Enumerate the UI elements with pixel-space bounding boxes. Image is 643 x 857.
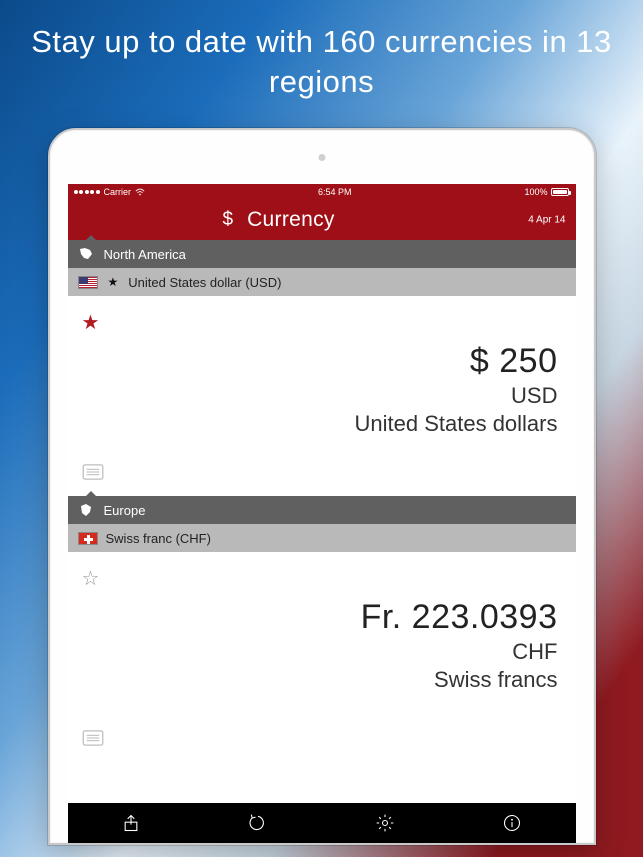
status-left: Carrier <box>74 187 146 197</box>
amount-value[interactable]: $ 250 <box>355 342 558 381</box>
region-header-europe[interactable]: Europe <box>68 496 576 524</box>
content-filler <box>68 762 576 803</box>
nav-date: 4 Apr 14 <box>528 215 565 226</box>
settings-button[interactable] <box>365 803 405 843</box>
amount-box: Fr. 223.0393 CHF Swiss francs <box>361 598 558 693</box>
region-header-north-america[interactable]: North America <box>68 240 576 268</box>
share-button[interactable] <box>111 803 151 843</box>
amount-code: CHF <box>361 639 558 665</box>
continent-icon <box>78 502 94 518</box>
status-time: 6:54 PM <box>318 187 352 197</box>
continent-icon <box>78 246 94 262</box>
battery-pct: 100% <box>524 187 547 197</box>
signal-dots-icon <box>74 190 100 194</box>
refresh-button[interactable] <box>238 803 278 843</box>
carrier-label: Carrier <box>104 187 132 197</box>
nav-title: Currency <box>247 208 335 232</box>
bottom-toolbar <box>68 803 576 843</box>
app-screen: Carrier 6:54 PM 100% $ Currency 4 Apr 14 <box>68 184 576 843</box>
currency-row-chf[interactable]: Swiss franc (CHF) <box>68 524 576 552</box>
status-right: 100% <box>524 187 569 197</box>
amount-code: USD <box>355 383 558 409</box>
marketing-tagline: Stay up to date with 160 currencies in 1… <box>0 0 643 120</box>
favorite-star-icon[interactable]: ☆ <box>82 566 100 591</box>
nav-bar: $ Currency 4 Apr 14 <box>68 200 576 240</box>
favorite-star-icon[interactable]: ★ <box>82 310 100 335</box>
currency-row-label: United States dollar (USD) <box>128 275 281 290</box>
tablet-camera <box>318 154 325 161</box>
wifi-icon <box>135 187 145 197</box>
note-icon[interactable] <box>82 730 104 746</box>
status-bar: Carrier 6:54 PM 100% <box>68 184 576 200</box>
region-name: North America <box>104 247 186 262</box>
amount-name: United States dollars <box>355 411 558 437</box>
amount-box: $ 250 USD United States dollars <box>355 342 558 437</box>
battery-icon <box>551 188 569 196</box>
amount-value[interactable]: Fr. 223.0393 <box>361 598 558 637</box>
currency-panel-usd[interactable]: ★ $ 250 USD United States dollars <box>68 296 576 496</box>
nav-currency-symbol: $ <box>223 209 234 231</box>
currency-row-usd[interactable]: ★ United States dollar (USD) <box>68 268 576 296</box>
note-icon[interactable] <box>82 464 104 480</box>
amount-name: Swiss francs <box>361 667 558 693</box>
info-button[interactable] <box>492 803 532 843</box>
currency-panel-chf[interactable]: ☆ Fr. 223.0393 CHF Swiss francs <box>68 552 576 762</box>
flag-us-icon <box>78 276 98 289</box>
currency-row-label: Swiss franc (CHF) <box>106 531 211 546</box>
flag-ch-icon <box>78 532 98 545</box>
region-name: Europe <box>104 503 146 518</box>
tablet-frame: Carrier 6:54 PM 100% $ Currency 4 Apr 14 <box>48 128 596 845</box>
star-icon: ★ <box>108 275 119 289</box>
